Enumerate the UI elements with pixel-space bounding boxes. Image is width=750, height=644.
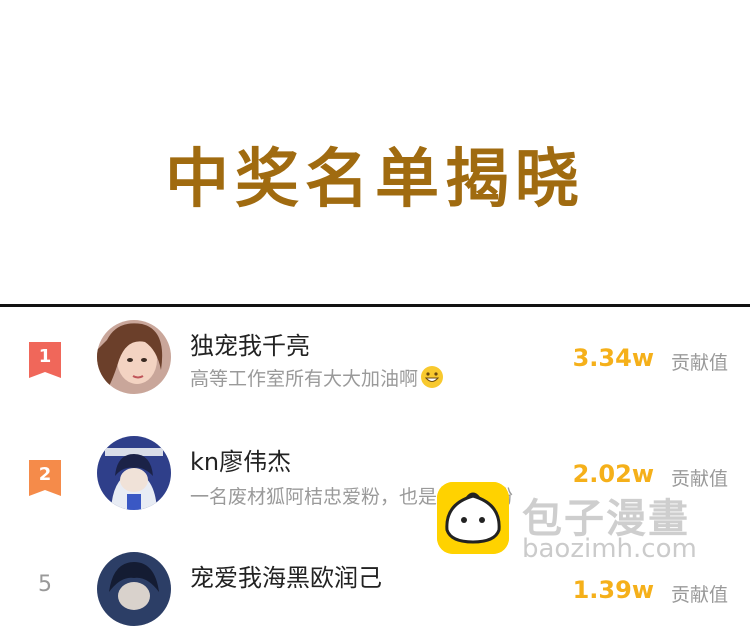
score-value: 3.34w	[572, 344, 654, 372]
rank-number: 1	[38, 346, 52, 367]
list-item[interactable]: 1 独宠我千亮 高等工作室所有大大加油啊 3.34w 贡献值	[0, 312, 750, 412]
watermark-url: baozimh.com	[522, 534, 697, 564]
user-name: 宠爱我海黑欧润己	[190, 564, 382, 592]
grin-emoji-icon	[421, 366, 444, 388]
avatar[interactable]	[97, 436, 171, 510]
banner: 中奖名单揭晓	[0, 0, 750, 305]
rank-number: 2	[38, 464, 52, 485]
score-value: 2.02w	[572, 460, 654, 488]
divider	[0, 304, 750, 307]
rank-badge: 1	[27, 342, 63, 378]
rank-badge: 2	[27, 460, 63, 496]
avatar[interactable]	[97, 552, 171, 626]
bun-logo-icon	[437, 482, 509, 554]
avatar[interactable]	[97, 320, 171, 394]
rank-number: 5	[38, 572, 52, 597]
user-name: 独宠我千亮	[190, 332, 310, 360]
user-comment: 高等工作室所有大大加油啊	[190, 364, 444, 391]
comment-text: 高等工作室所有大大加油啊	[190, 368, 419, 390]
score-label: 贡献值	[670, 352, 728, 374]
score-value: 1.39w	[572, 576, 654, 604]
user-name: kn廖伟杰	[190, 448, 292, 476]
score-label: 贡献值	[670, 584, 728, 606]
banner-title: 中奖名单揭晓	[165, 143, 585, 217]
